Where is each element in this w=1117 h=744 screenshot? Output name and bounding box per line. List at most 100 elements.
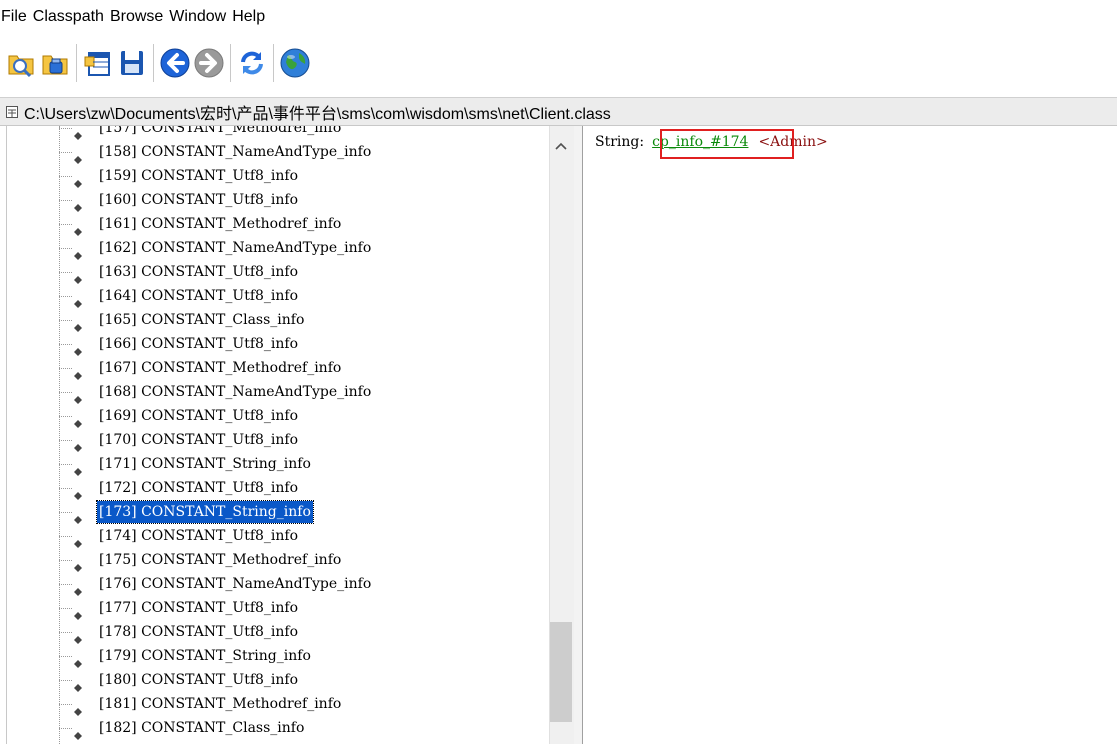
tree-node-icon: [74, 172, 82, 188]
tree-item[interactable]: [167] CONSTANT_Methodref_info: [0, 356, 545, 380]
tree-connector: [59, 296, 72, 297]
scroll-up-button[interactable]: [549, 134, 573, 158]
tree-connector: [59, 152, 72, 153]
tree-connector: [59, 464, 72, 465]
tree-item[interactable]: [180] CONSTANT_Utf8_info: [0, 668, 545, 692]
back-button[interactable]: [158, 43, 192, 83]
open-jar-file-button[interactable]: [38, 43, 72, 83]
tree-node-icon: [74, 412, 82, 428]
tree-node-icon: [74, 724, 82, 740]
open-class-file-button[interactable]: [4, 43, 38, 83]
tree-node-icon: [74, 556, 82, 572]
new-window-icon: [84, 52, 110, 76]
tree-item[interactable]: [169] CONSTANT_Utf8_info: [0, 404, 545, 428]
tree-item[interactable]: [164] CONSTANT_Utf8_info: [0, 284, 545, 308]
menu-file[interactable]: File: [0, 0, 31, 34]
tree-item-label: [170] CONSTANT_Utf8_info: [99, 432, 299, 448]
tree-item-label: [175] CONSTANT_Methodref_info: [99, 552, 342, 568]
tree-node-icon: [74, 292, 82, 308]
save-button[interactable]: [115, 43, 149, 83]
tree-item-label: [172] CONSTANT_Utf8_info: [99, 480, 299, 496]
tree-connector: [59, 368, 72, 369]
tree-connector: [59, 272, 72, 273]
tree-node-icon: [74, 340, 82, 356]
tree-item[interactable]: [171] CONSTANT_String_info: [0, 452, 545, 476]
tree-item-label: [164] CONSTANT_Utf8_info: [99, 288, 299, 304]
tree-item[interactable]: [177] CONSTANT_Utf8_info: [0, 596, 545, 620]
tree-item-label: [165] CONSTANT_Class_info: [99, 312, 305, 328]
tree-item-label: [180] CONSTANT_Utf8_info: [99, 672, 299, 688]
tree-item[interactable]: [181] CONSTANT_Methodref_info: [0, 692, 545, 716]
tree-item[interactable]: [174] CONSTANT_Utf8_info: [0, 524, 545, 548]
tree-node-icon: [74, 316, 82, 332]
chevron-up-icon: [555, 142, 567, 150]
tree-node-icon: [74, 604, 82, 620]
tree-item[interactable]: [161] CONSTANT_Methodref_info: [0, 212, 545, 236]
string-label: String:: [595, 134, 645, 150]
tree-item-label: [157] CONSTANT_Methodref_info: [99, 126, 342, 136]
menu-help[interactable]: Help: [231, 0, 269, 34]
tree-node-icon: [74, 700, 82, 716]
tree-item-label: [158] CONSTANT_NameAndType_info: [99, 144, 372, 160]
tree-item[interactable]: [172] CONSTANT_Utf8_info: [0, 476, 545, 500]
window-icon: [6, 105, 18, 118]
tree-item[interactable]: [163] CONSTANT_Utf8_info: [0, 260, 545, 284]
menu-window[interactable]: Window: [168, 0, 230, 34]
tree-connector: [59, 128, 72, 129]
tree-item-label: [169] CONSTANT_Utf8_info: [99, 408, 299, 424]
tree-connector: [59, 392, 72, 393]
tree-item-label: [182] CONSTANT_Class_info: [99, 720, 305, 736]
tree-item[interactable]: [165] CONSTANT_Class_info: [0, 308, 545, 332]
tree-item[interactable]: [178] CONSTANT_Utf8_info: [0, 620, 545, 644]
tree-item[interactable]: [166] CONSTANT_Utf8_info: [0, 332, 545, 356]
tree-node-icon: [74, 436, 82, 452]
tree-connector: [59, 320, 72, 321]
tree-node-icon: [74, 460, 82, 476]
constant-pool-tree[interactable]: [157] CONSTANT_Methodref_info [158] CONST…: [0, 126, 575, 744]
tree-connector: [59, 200, 72, 201]
tree-item[interactable]: [182] CONSTANT_Class_info: [0, 716, 545, 740]
tree-item-label: [162] CONSTANT_NameAndType_info: [99, 240, 372, 256]
tree-item-label: [178] CONSTANT_Utf8_info: [99, 624, 299, 640]
tree-item[interactable]: [157] CONSTANT_Methodref_info: [0, 126, 545, 140]
toolbar-separator: [273, 44, 274, 82]
tree-node-icon: [74, 268, 82, 284]
forward-button[interactable]: [192, 43, 226, 83]
tree-item[interactable]: [179] CONSTANT_String_info: [0, 644, 545, 668]
tree-item-label: [159] CONSTANT_Utf8_info: [99, 168, 299, 184]
back-icon: [160, 48, 190, 78]
tree-item-label: [166] CONSTANT_Utf8_info: [99, 336, 299, 352]
web-button[interactable]: [278, 43, 312, 83]
open-jar-file-icon: [42, 55, 68, 75]
tree-item-label: [173] CONSTANT_String_info: [96, 500, 314, 524]
tree-item[interactable]: [162] CONSTANT_NameAndType_info: [0, 236, 545, 260]
tree-item-label: [160] CONSTANT_Utf8_info: [99, 192, 299, 208]
tree-connector: [59, 440, 72, 441]
menu-browse[interactable]: Browse: [109, 0, 167, 34]
tree-item[interactable]: [160] CONSTANT_Utf8_info: [0, 188, 545, 212]
tree-item[interactable]: [158] CONSTANT_NameAndType_info: [0, 140, 545, 164]
tree-item-label: [167] CONSTANT_Methodref_info: [99, 360, 342, 376]
tree-item[interactable]: [173] CONSTANT_String_info: [0, 500, 545, 524]
tree-item[interactable]: [168] CONSTANT_NameAndType_info: [0, 380, 545, 404]
tree-item[interactable]: [176] CONSTANT_NameAndType_info: [0, 572, 545, 596]
tree-item[interactable]: [170] CONSTANT_Utf8_info: [0, 428, 545, 452]
forward-icon: [194, 48, 224, 78]
refresh-button[interactable]: [235, 43, 269, 83]
highlight-box: [660, 129, 794, 159]
tree-item[interactable]: [175] CONSTANT_Methodref_info: [0, 548, 545, 572]
tree-node-icon: [74, 244, 82, 260]
tree-node-icon: [74, 148, 82, 164]
menu-classpath[interactable]: Classpath: [32, 0, 108, 34]
tree-item-label: [171] CONSTANT_String_info: [99, 456, 311, 472]
tree-node-icon: [74, 196, 82, 212]
tree-item-label: [174] CONSTANT_Utf8_info: [99, 528, 299, 544]
tree-connector: [59, 176, 72, 177]
tree-connector: [59, 248, 72, 249]
scrollbar-thumb[interactable]: [550, 622, 572, 722]
tree-item[interactable]: [159] CONSTANT_Utf8_info: [0, 164, 545, 188]
tree-connector: [59, 656, 72, 657]
tree-node-icon: [74, 532, 82, 548]
new-window-button[interactable]: [81, 43, 115, 83]
pane-splitter[interactable]: [574, 126, 583, 744]
